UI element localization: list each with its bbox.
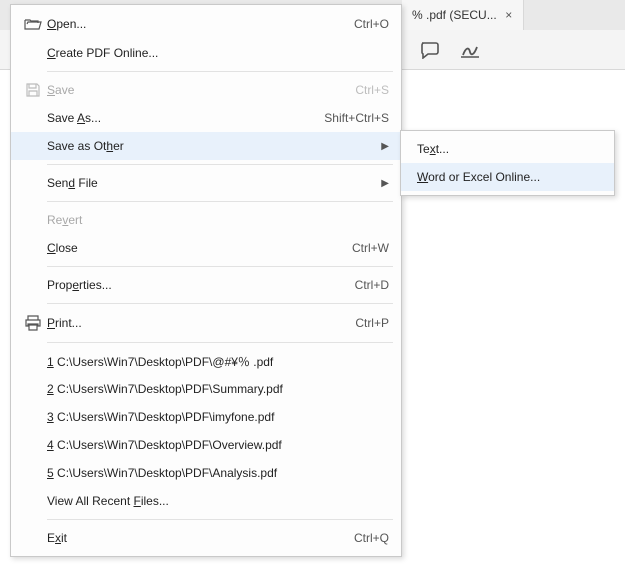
menu-label: Word or Excel Online...	[417, 170, 602, 184]
print-icon	[19, 315, 47, 331]
submenu-arrow-icon: ▶	[377, 141, 389, 152]
menu-separator	[47, 71, 393, 72]
menu-label: Save	[47, 83, 355, 97]
menu-item-view-all-recent[interactable]: View All Recent Files...	[11, 487, 401, 515]
menu-item-save-as[interactable]: Save As... Shift+Ctrl+S	[11, 104, 401, 132]
menu-shortcut: Ctrl+S	[355, 83, 389, 97]
menu-item-open[interactable]: Open... Ctrl+O	[11, 9, 401, 39]
tab-label: % .pdf (SECU...	[412, 8, 497, 22]
menu-item-recent-file[interactable]: 3 C:\Users\Win7\Desktop\PDF\imyfone.pdf	[11, 403, 401, 431]
menu-label: Open...	[47, 17, 354, 31]
file-menu: Open... Ctrl+O Create PDF Online... Save…	[10, 4, 402, 557]
save-as-other-submenu: Text... Word or Excel Online...	[400, 130, 615, 196]
menu-shortcut: Ctrl+D	[355, 278, 389, 292]
menu-item-revert: Revert	[11, 206, 401, 234]
menu-item-print[interactable]: Print... Ctrl+P	[11, 308, 401, 338]
menu-item-close[interactable]: Close Ctrl+W	[11, 234, 401, 262]
menu-item-save-as-other[interactable]: Save as Other ▶	[11, 132, 401, 160]
menu-label: Revert	[47, 213, 389, 227]
menu-separator	[47, 519, 393, 520]
comment-icon[interactable]	[420, 41, 440, 59]
menu-separator	[47, 303, 393, 304]
menu-item-save: Save Ctrl+S	[11, 76, 401, 104]
menu-label: Print...	[47, 316, 355, 330]
menu-shortcut: Ctrl+W	[352, 241, 389, 255]
menu-shortcut: Ctrl+P	[355, 316, 389, 330]
menu-item-properties[interactable]: Properties... Ctrl+D	[11, 271, 401, 299]
menu-label: Create PDF Online...	[47, 46, 389, 60]
menu-label: Send File	[47, 176, 377, 190]
menu-label: View All Recent Files...	[47, 494, 389, 508]
menu-label: Save As...	[47, 111, 324, 125]
submenu-item-text[interactable]: Text...	[401, 135, 614, 163]
menu-label: 4 C:\Users\Win7\Desktop\PDF\Overview.pdf	[47, 438, 389, 452]
menu-separator	[47, 201, 393, 202]
menu-item-recent-file[interactable]: 2 C:\Users\Win7\Desktop\PDF\Summary.pdf	[11, 375, 401, 403]
menu-item-create-pdf-online[interactable]: Create PDF Online...	[11, 39, 401, 67]
sign-icon[interactable]	[460, 41, 480, 59]
menu-item-recent-file[interactable]: 4 C:\Users\Win7\Desktop\PDF\Overview.pdf	[11, 431, 401, 459]
menu-separator	[47, 342, 393, 343]
menu-label: Close	[47, 241, 352, 255]
menu-label: Exit	[47, 531, 354, 545]
menu-separator	[47, 164, 393, 165]
menu-item-exit[interactable]: Exit Ctrl+Q	[11, 524, 401, 552]
menu-label: Save as Other	[47, 139, 377, 153]
menu-label: 1 C:\Users\Win7\Desktop\PDF\@#¥％ .pdf	[47, 353, 389, 370]
submenu-arrow-icon: ▶	[377, 178, 389, 189]
menu-item-recent-file[interactable]: 5 C:\Users\Win7\Desktop\PDF\Analysis.pdf	[11, 459, 401, 487]
submenu-item-word-excel-online[interactable]: Word or Excel Online...	[401, 163, 614, 191]
menu-label: 3 C:\Users\Win7\Desktop\PDF\imyfone.pdf	[47, 410, 389, 424]
menu-shortcut: Ctrl+O	[354, 17, 389, 31]
save-icon	[19, 82, 47, 98]
menu-shortcut: Shift+Ctrl+S	[324, 111, 389, 125]
menu-item-send-file[interactable]: Send File ▶	[11, 169, 401, 197]
menu-label: 5 C:\Users\Win7\Desktop\PDF\Analysis.pdf	[47, 466, 389, 480]
folder-open-icon	[19, 17, 47, 31]
menu-label: Text...	[417, 142, 602, 156]
document-tab[interactable]: % .pdf (SECU... ×	[402, 0, 524, 30]
menu-label: 2 C:\Users\Win7\Desktop\PDF\Summary.pdf	[47, 382, 389, 396]
menu-item-recent-file[interactable]: 1 C:\Users\Win7\Desktop\PDF\@#¥％ .pdf	[11, 347, 401, 375]
menu-shortcut: Ctrl+Q	[354, 531, 389, 545]
menu-separator	[47, 266, 393, 267]
close-icon[interactable]: ×	[503, 8, 515, 22]
menu-label: Properties...	[47, 278, 355, 292]
